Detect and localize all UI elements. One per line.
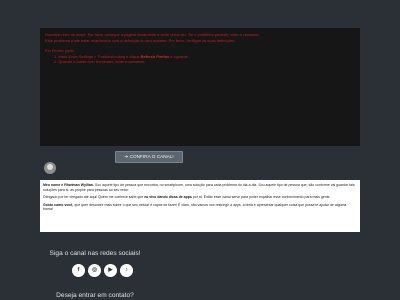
youtube-icon[interactable]: ▶ (104, 264, 117, 277)
social-icons-row: f ◎ ▶ ♪ (72, 264, 133, 277)
step-1-end: e aguarde. (170, 53, 189, 59)
article-p2-start: Obrigado por ter chegado até aqui! Quem … (43, 195, 144, 200)
article-p2-bold: eu vivo dando dicas de apps (144, 195, 192, 200)
avatar (44, 162, 56, 174)
tiktok-icon[interactable]: ♪ (120, 264, 133, 277)
notice-step-2: 2. Quando a tarefa tiver terminado, tent… (54, 59, 146, 65)
article-paragraph-2: Obrigado por ter chegado até aqui! Quem … (43, 195, 357, 200)
step-1-text: 1. Inicie Enter Settings > Troubleshooti… (54, 53, 140, 59)
instagram-icon[interactable]: ◎ (88, 264, 101, 277)
article-paragraph-1: Meu nome é Rhwiman Wyllian. Sou aquele t… (43, 183, 357, 192)
confira-canal-button[interactable]: ➜ CONFIRA O CANAL! (115, 151, 183, 163)
article-p1-bold: Meu nome é Rhwiman Wyllian. (43, 183, 94, 187)
error-notice-panel: Houveum erro no script. Por favor carreg… (40, 28, 360, 146)
step-1-bold: Refresh Firefox (140, 53, 170, 59)
article-p3-bold: Gosto como você, (43, 202, 74, 207)
article-p3-text: que quer descobrir mais sobre o que seu … (43, 202, 347, 212)
contact-title: Deseja entrar em contato? (56, 292, 134, 299)
social-title: Siga o canal nas redes sociais! (49, 250, 141, 257)
about-article: Meu nome é Rhwiman Wyllian. Sou aquele t… (40, 180, 360, 232)
facebook-icon[interactable]: f (72, 264, 85, 277)
article-p2-end: por aí. Então esse canal serve para pode… (192, 195, 331, 200)
article-paragraph-3: Gosto como você, que quer descobrir mais… (43, 203, 357, 212)
